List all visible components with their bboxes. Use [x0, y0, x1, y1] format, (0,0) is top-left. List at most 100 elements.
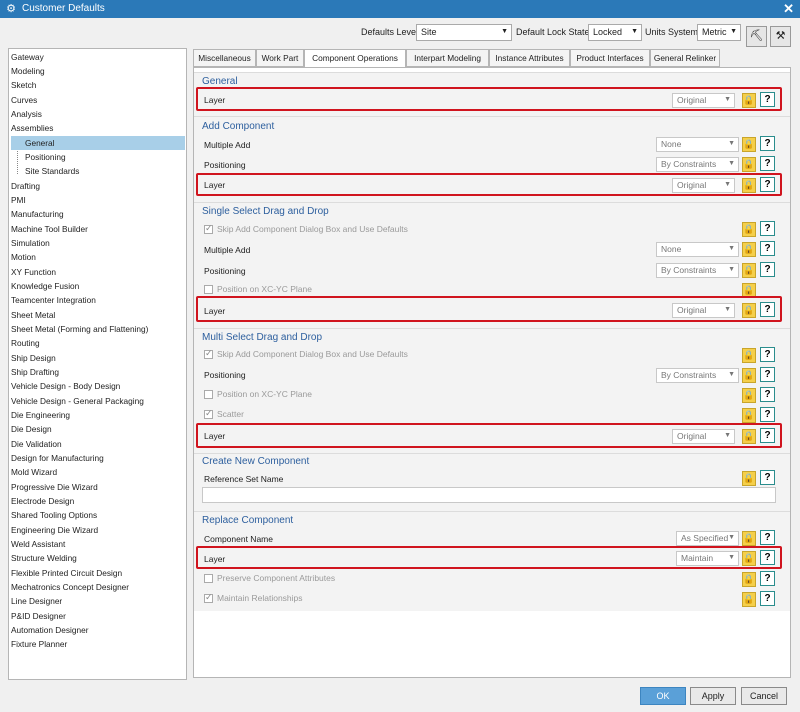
tree-item-modeling[interactable]: Modeling — [11, 64, 45, 78]
help-icon[interactable]: ? — [760, 367, 775, 382]
tree-item[interactable]: Progressive Die Wizard — [11, 480, 98, 494]
tree-item[interactable]: Electrode Design — [11, 494, 74, 508]
lock-icon[interactable]: 🔒 — [742, 388, 756, 403]
help-icon[interactable]: ? — [760, 571, 775, 586]
tree-item-curves[interactable]: Curves — [11, 93, 37, 107]
tree-item-assemblies[interactable]: Assemblies — [11, 121, 53, 135]
tree-item[interactable]: Routing — [11, 336, 40, 350]
tree-item-gateway[interactable]: Gateway — [11, 50, 44, 64]
replace-name-select[interactable]: As Specified ▼ — [676, 531, 739, 546]
tree-item[interactable]: Die Validation — [11, 437, 62, 451]
tree-item[interactable]: PMI — [11, 193, 26, 207]
lock-state-select[interactable]: Locked ▼ — [588, 24, 642, 41]
help-icon[interactable]: ? — [760, 387, 775, 402]
tree-item[interactable]: P&ID Designer — [11, 609, 66, 623]
tree-item[interactable]: Vehicle Design - General Packaging — [11, 394, 144, 408]
tree-item[interactable]: Mold Wizard — [11, 465, 57, 479]
tree-item[interactable]: Ship Design — [11, 351, 56, 365]
category-tree[interactable]: Gateway Modeling Sketch Curves Analysis … — [8, 48, 187, 680]
tree-item[interactable]: Motion — [11, 250, 36, 264]
tree-item[interactable]: Flexible Printed Circuit Design — [11, 566, 122, 580]
lock-icon[interactable]: 🔒 — [742, 572, 756, 587]
section-title-single-drag: Single Select Drag and Drop — [202, 206, 329, 217]
multi-positioning-select[interactable]: By Constraints ▼ — [656, 368, 739, 383]
lock-icon[interactable]: 🔒 — [742, 137, 756, 152]
single-skip-checkbox[interactable] — [204, 223, 213, 234]
tab-miscellaneous[interactable]: Miscellaneous — [193, 49, 256, 67]
manage-settings-button[interactable]: ⚒ — [770, 26, 791, 47]
tree-item[interactable]: Simulation — [11, 236, 50, 250]
help-icon[interactable]: ? — [760, 347, 775, 362]
multi-skip-checkbox[interactable] — [204, 348, 213, 359]
help-icon[interactable]: ? — [760, 156, 775, 171]
tab-instance-attributes[interactable]: Instance Attributes — [489, 49, 570, 67]
tab-interpart-modeling[interactable]: Interpart Modeling — [406, 49, 489, 67]
multi-scatter-checkbox[interactable] — [204, 408, 213, 419]
tree-item[interactable]: Die Design — [11, 422, 52, 436]
multi-position-plane-checkbox[interactable] — [204, 390, 213, 399]
refset-input[interactable] — [202, 487, 776, 503]
help-icon[interactable]: ? — [760, 591, 775, 606]
tree-item[interactable]: Sheet Metal — [11, 308, 55, 322]
lock-icon[interactable]: 🔒 — [742, 471, 756, 486]
close-icon[interactable]: ✕ — [783, 1, 794, 17]
lock-icon[interactable]: 🔒 — [742, 157, 756, 172]
lock-icon[interactable]: 🔒 — [742, 368, 756, 383]
tree-item[interactable]: Sheet Metal (Forming and Flattening) — [11, 322, 148, 336]
tree-item[interactable]: Machine Tool Builder — [11, 222, 88, 236]
help-icon[interactable]: ? — [760, 241, 775, 256]
tab-product-interfaces[interactable]: Product Interfaces — [570, 49, 650, 67]
help-icon[interactable]: ? — [760, 530, 775, 545]
help-icon[interactable]: ? — [760, 221, 775, 236]
tree-item-general[interactable]: General — [11, 136, 185, 150]
find-default-button[interactable]: ⛏ — [746, 26, 767, 47]
lock-icon[interactable]: 🔒 — [742, 242, 756, 257]
maintain-relationships-checkbox[interactable] — [204, 592, 213, 603]
lock-icon[interactable]: 🔒 — [742, 408, 756, 423]
tree-item-positioning[interactable]: Positioning — [25, 150, 66, 164]
help-icon[interactable]: ? — [760, 470, 775, 485]
tree-item-sketch[interactable]: Sketch — [11, 78, 36, 92]
lock-icon[interactable]: 🔒 — [742, 531, 756, 546]
tree-item[interactable]: Design for Manufacturing — [11, 451, 104, 465]
help-icon[interactable]: ? — [760, 262, 775, 277]
tree-item[interactable]: Ship Drafting — [11, 365, 59, 379]
cancel-button[interactable]: Cancel — [741, 687, 787, 705]
lock-icon[interactable]: 🔒 — [742, 222, 756, 237]
help-icon[interactable]: ? — [760, 136, 775, 151]
tree-item[interactable]: Die Engineering — [11, 408, 70, 422]
tree-item[interactable]: Engineering Die Wizard — [11, 523, 98, 537]
lock-icon[interactable]: 🔒 — [742, 592, 756, 607]
apply-button[interactable]: Apply — [690, 687, 736, 705]
lock-icon[interactable]: 🔒 — [742, 263, 756, 278]
defaults-level-select[interactable]: Site ▼ — [416, 24, 512, 41]
tree-item[interactable]: Manufacturing — [11, 207, 64, 221]
help-icon[interactable]: ? — [760, 407, 775, 422]
tree-item-site-standards[interactable]: Site Standards — [25, 164, 79, 178]
add-multiple-add-select[interactable]: None ▼ — [656, 137, 739, 152]
tree-item[interactable]: Structure Welding — [11, 551, 77, 565]
single-multiple-add-select[interactable]: None ▼ — [656, 242, 739, 257]
tree-item[interactable]: XY Function — [11, 265, 56, 279]
tab-component-operations[interactable]: Component Operations — [304, 49, 406, 69]
tab-general-relinker[interactable]: General Relinker — [650, 49, 720, 67]
add-positioning-select[interactable]: By Constraints ▼ — [656, 157, 739, 172]
tree-item-analysis[interactable]: Analysis — [11, 107, 42, 121]
tree-item[interactable]: Knowledge Fusion — [11, 279, 79, 293]
tree-item[interactable]: Vehicle Design - Body Design — [11, 379, 120, 393]
single-position-plane-checkbox[interactable] — [204, 285, 213, 294]
lock-icon[interactable]: 🔒 — [742, 348, 756, 363]
ok-button[interactable]: OK — [640, 687, 686, 705]
tab-work-part[interactable]: Work Part — [256, 49, 304, 67]
tree-item[interactable]: Shared Tooling Options — [11, 508, 97, 522]
tree-item[interactable]: Weld Assistant — [11, 537, 65, 551]
single-positioning-select[interactable]: By Constraints ▼ — [656, 263, 739, 278]
tree-item[interactable]: Fixture Planner — [11, 637, 67, 651]
tree-item[interactable]: Teamcenter Integration — [11, 293, 96, 307]
tree-item[interactable]: Line Designer — [11, 594, 62, 608]
tree-item[interactable]: Automation Designer — [11, 623, 88, 637]
units-select[interactable]: Metric ▼ — [697, 24, 741, 41]
tree-item[interactable]: Drafting — [11, 179, 40, 193]
preserve-attributes-checkbox[interactable] — [204, 574, 213, 583]
tree-item[interactable]: Mechatronics Concept Designer — [11, 580, 129, 594]
